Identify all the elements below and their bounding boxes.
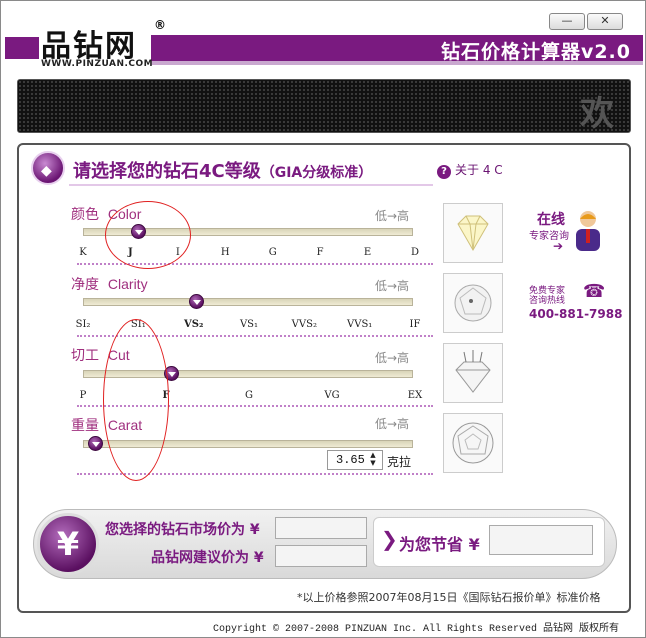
carat-label-cn: 重量 (71, 418, 99, 434)
cut-low-high: 低→高 (375, 351, 410, 365)
color-diamond-image (443, 203, 503, 263)
clarity-label-cn: 净度 (71, 277, 99, 293)
carat-unit: 克拉 (387, 455, 412, 469)
diamond-icon: ◆ (31, 151, 65, 185)
carat-spin-up-icon[interactable]: ▲ (365, 451, 381, 459)
savings-field (489, 525, 593, 555)
header-subtitle: （GIA分级标准） (260, 165, 373, 181)
carat-low-high: 低→高 (375, 417, 410, 431)
consultant-avatar-icon (573, 209, 603, 253)
carat-slider-thumb[interactable] (87, 436, 103, 451)
tick-label: SI₂ (75, 319, 91, 330)
header-title-text: 请选择您的钻石4C等级 (73, 161, 261, 182)
suggested-price-field (275, 545, 367, 567)
tick-label: VG (324, 390, 340, 401)
clarity-diamond-image (443, 273, 503, 333)
clarity-low-high: 低→高 (375, 279, 410, 293)
cut-diamond-image (443, 343, 503, 403)
clarity-slider-track[interactable] (83, 298, 413, 306)
question-icon: ? (437, 165, 451, 179)
tick-label: G (245, 390, 253, 401)
logo-registered-mark: ® (154, 18, 166, 32)
about-4c-label: 关于 4 C (455, 163, 503, 177)
carat-spinner[interactable]: ▲ ▼ (365, 451, 381, 469)
color-low-high: 低→高 (375, 209, 410, 223)
hotline-number: 400-881-7988 (529, 307, 623, 321)
annotation-ellipse-cut-carat (103, 319, 169, 481)
suggested-price-label: 品钻网建议价为 ¥ (151, 550, 264, 566)
free-hotline-label-2: 咨询热线 (529, 296, 566, 306)
tick-label: G (268, 247, 277, 258)
clarity-label-en: Clarity (107, 276, 148, 292)
annotation-circle-color (105, 201, 191, 269)
tick-label: IF (409, 319, 421, 330)
header-title: 请选择您的钻石4C等级（GIA分级标准） (73, 157, 372, 183)
tick-label: F (316, 247, 324, 258)
minimize-button[interactable]: — (549, 13, 585, 30)
close-button[interactable]: ✕ (587, 13, 623, 30)
tick-label: D (410, 247, 420, 258)
market-price-field (275, 517, 367, 539)
tick-label: P (79, 390, 87, 401)
savings-label: 为您节省 ¥ (399, 535, 480, 554)
tick-label: EX (407, 390, 423, 401)
copyright: Copyright © 2007-2008 PINZUAN Inc. All R… (213, 624, 620, 635)
clarity-label: 净度 Clarity (71, 274, 148, 294)
yen-icon: ¥ (37, 513, 99, 575)
tick-label: VVS₂ (291, 319, 317, 330)
carat-diamond-image (443, 413, 503, 473)
phone-icon: ☎ (583, 281, 606, 302)
arrow-right-icon: ➔ (553, 239, 564, 253)
tick-label: VS₁ (239, 319, 259, 330)
chevron-right-icon: ❯ (381, 527, 398, 551)
color-label-cn: 颜色 (71, 207, 99, 223)
led-text: 欢 (580, 94, 616, 134)
market-price-label: 您选择的钻石市场价为 ¥ (105, 522, 260, 538)
price-footnote: *以上价格参照2007年08月15日《国际钻石报价单》标准价格 (297, 591, 601, 604)
tick-label: K (79, 247, 87, 258)
logo-url: WWW.PINZUAN.COM (41, 59, 154, 69)
carat-spin-down-icon[interactable]: ▼ (365, 459, 381, 467)
tick-label: E (363, 247, 372, 258)
online-consult-link[interactable]: 在线 (537, 209, 565, 229)
panel-header: ◆ 请选择您的钻石4C等级（GIA分级标准） (17, 151, 437, 187)
app-window: 品钻网 ® WWW.PINZUAN.COM 钻石价格计算器v2.0 — ✕ 欢 … (0, 0, 646, 638)
tick-label: H (220, 247, 230, 258)
app-title: 钻石价格计算器v2.0 (440, 41, 631, 63)
led-display: 欢 (17, 79, 631, 134)
tick-label: VS₂ (183, 319, 204, 330)
about-4c-link[interactable]: ? 关于 4 C (437, 161, 503, 179)
title-stripe-left (5, 37, 39, 59)
title-bar: 品钻网 ® WWW.PINZUAN.COM 钻石价格计算器v2.0 — ✕ (1, 1, 645, 69)
header-underline (69, 184, 433, 186)
cut-label-cn: 切工 (71, 348, 99, 364)
tick-label: VVS₁ (347, 319, 373, 330)
